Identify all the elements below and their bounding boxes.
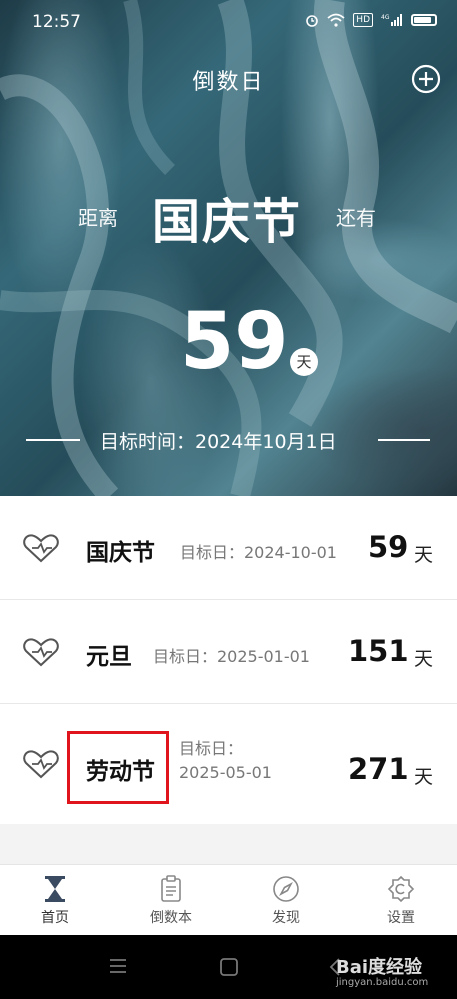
tab-home[interactable]: 首页 (15, 875, 95, 927)
alarm-icon (306, 15, 319, 27)
status-time: 12:57 (32, 12, 81, 32)
target-date-text: 目标时间：2024年10月1日 (100, 431, 337, 453)
heart-icon[interactable] (22, 636, 60, 668)
target-date-line: 目标时间：2024年10月1日 (0, 425, 457, 455)
clipboard-icon (161, 875, 181, 902)
compass-icon (273, 876, 299, 902)
tab-label: 设置 (387, 910, 415, 926)
countdown-days: 59 (180, 297, 289, 387)
event-date: 目标日：2025-01-01 (153, 647, 310, 666)
tab-countdown-book[interactable]: 倒数本 (131, 875, 211, 927)
hd-icon: HD (353, 13, 373, 27)
hourglass-icon (45, 876, 65, 902)
tab-settings[interactable]: 设置 (361, 875, 441, 927)
divider-right (378, 439, 430, 441)
home-icon[interactable] (219, 957, 239, 977)
status-bar: 12:57 HD 4G (0, 0, 457, 44)
highlight-annotation (67, 731, 169, 804)
tab-discover[interactable]: 发现 (246, 875, 326, 927)
event-date: 2025-05-01 (179, 763, 272, 782)
event-days: 151 (348, 634, 409, 668)
day-unit-badge: 天 (290, 348, 318, 376)
signal-icon: 4G (381, 14, 402, 26)
tab-label: 倒数本 (150, 910, 192, 926)
settings-icon (387, 875, 415, 903)
featured-event: 距离 国庆节 还有 (0, 180, 457, 250)
battery-icon (411, 14, 437, 26)
watermark-url: jingyan.baidu.com (336, 977, 429, 988)
add-event-button[interactable] (411, 64, 441, 94)
event-unit: 天 (414, 766, 434, 788)
menu-icon[interactable] (108, 957, 128, 975)
heart-icon[interactable] (22, 532, 60, 564)
watermark-logo: Bai度经验 (336, 957, 423, 978)
distance-label: 距离 (78, 206, 118, 230)
hero-banner: 12:57 HD 4G 倒数日 距离 国庆节 还有 59 天 目标时间：2024… (0, 0, 457, 496)
event-date: 目标日：2024-10-01 (180, 543, 337, 562)
tab-label: 首页 (41, 910, 69, 926)
remain-label: 还有 (336, 206, 376, 230)
list-item-national-day[interactable]: 国庆节 目标日：2024-10-01 59 天 (0, 496, 457, 600)
system-nav-bar: Bai度经验 jingyan.baidu.com (0, 935, 457, 999)
status-icons: HD 4G (305, 13, 437, 27)
divider-left (26, 439, 80, 441)
tab-label: 发现 (272, 910, 300, 926)
svg-text:4G: 4G (381, 14, 390, 21)
event-name: 元旦 (86, 644, 132, 670)
event-days: 59 (368, 530, 409, 564)
event-days: 271 (348, 752, 409, 786)
event-date-label: 目标日： (179, 739, 244, 758)
event-name: 国庆节 (86, 540, 155, 566)
event-unit: 天 (414, 544, 434, 566)
list-item-labor-day[interactable]: 劳动节 目标日： 2025-05-01 271 天 (0, 704, 457, 824)
event-unit: 天 (414, 648, 434, 670)
event-list: 国庆节 目标日：2024-10-01 59 天 元旦 目标日：2025-01-0… (0, 496, 457, 824)
page-title: 倒数日 (192, 70, 265, 95)
featured-event-name: 国庆节 (152, 194, 303, 250)
bottom-tab-bar: 首页 倒数本 发现 设置 (0, 864, 457, 936)
list-item-new-year[interactable]: 元旦 目标日：2025-01-01 151 天 (0, 600, 457, 704)
heart-icon[interactable] (22, 748, 60, 780)
wifi-icon (327, 13, 345, 27)
